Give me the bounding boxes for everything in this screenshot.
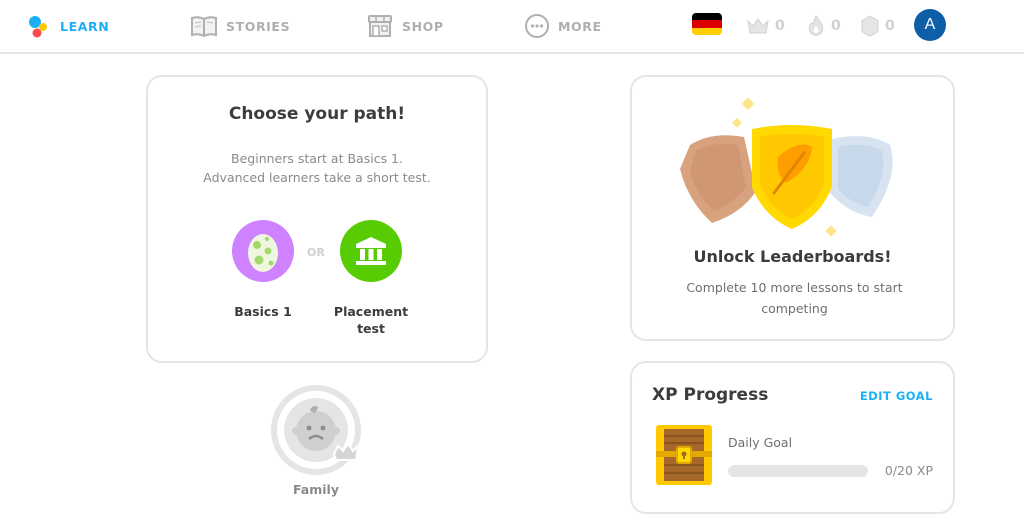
- placement-test-button[interactable]: [340, 220, 402, 282]
- top-navigation: LEARN STORIES SHOP MORE 0 0 0 A: [0, 0, 1024, 54]
- flame-icon: [808, 15, 824, 36]
- streak-counter[interactable]: 0: [806, 0, 841, 52]
- german-flag-icon[interactable]: [692, 13, 722, 35]
- basics-1-label[interactable]: Basics 1: [218, 303, 308, 320]
- family-skill-label[interactable]: Family: [266, 482, 366, 497]
- book-icon: [191, 16, 217, 38]
- crowns-count: 0: [775, 18, 785, 34]
- basics-1-button[interactable]: [232, 220, 294, 282]
- xp-progress-card: XP Progress EDIT GOAL Daily Goal 0/20 XP: [630, 361, 955, 514]
- placement-label-line-1: Placement: [333, 304, 409, 319]
- shop-icon: [368, 15, 392, 37]
- nav-more-label: MORE: [558, 18, 602, 34]
- nav-stories[interactable]: STORIES: [190, 0, 290, 52]
- path-description: Beginners start at Basics 1. Advanced le…: [148, 149, 486, 187]
- nav-stories-label: STORIES: [226, 18, 291, 34]
- daily-goal-progress-bar: [728, 465, 868, 477]
- edit-goal-link[interactable]: EDIT GOAL: [860, 389, 933, 403]
- placement-test-label[interactable]: Placement test: [320, 303, 422, 337]
- leaderboard-description: Complete 10 more lessons to start compet…: [686, 280, 903, 316]
- gems-counter[interactable]: 0: [860, 0, 895, 52]
- placement-label-line-2: test: [357, 321, 385, 336]
- nav-shop[interactable]: SHOP: [366, 0, 444, 52]
- daily-goal-progress-text: 0/20 XP: [884, 463, 933, 478]
- path-desc-line-2: Advanced learners take a short test.: [203, 170, 431, 185]
- daily-goal-label: Daily Goal: [728, 435, 793, 450]
- temple-icon: [356, 237, 386, 265]
- or-divider: OR: [307, 246, 325, 259]
- leaderboard-card: Unlock Leaderboards! Complete 10 more le…: [630, 75, 955, 341]
- leaderboard-title: Unlock Leaderboards!: [693, 247, 892, 266]
- gems-count: 0: [885, 18, 895, 34]
- xp-progress-title: XP Progress: [652, 385, 769, 405]
- nav-learn[interactable]: LEARN: [26, 0, 109, 52]
- family-skill-icon[interactable]: [270, 384, 362, 476]
- choose-path-card: Choose your path! Beginners start at Bas…: [146, 75, 488, 363]
- gem-icon: [861, 15, 879, 37]
- path-title: Choose your path!: [228, 104, 406, 124]
- avatar[interactable]: A: [914, 9, 946, 41]
- crowns-counter[interactable]: 0: [746, 0, 785, 52]
- more-dots-icon: [525, 14, 549, 38]
- nav-more[interactable]: MORE: [524, 0, 602, 52]
- nav-learn-label: LEARN: [60, 18, 110, 34]
- streak-count: 0: [831, 18, 841, 34]
- egg-icon: [248, 234, 278, 272]
- leaderboard-shields-icon: [680, 97, 893, 237]
- avatar-letter: A: [924, 16, 936, 33]
- treasure-chest-icon: [656, 425, 712, 485]
- learn-dots-icon: [29, 16, 47, 38]
- nav-shop-label: SHOP: [402, 18, 444, 34]
- crown-icon: [747, 18, 769, 34]
- path-desc-line-1: Beginners start at Basics 1.: [231, 151, 403, 166]
